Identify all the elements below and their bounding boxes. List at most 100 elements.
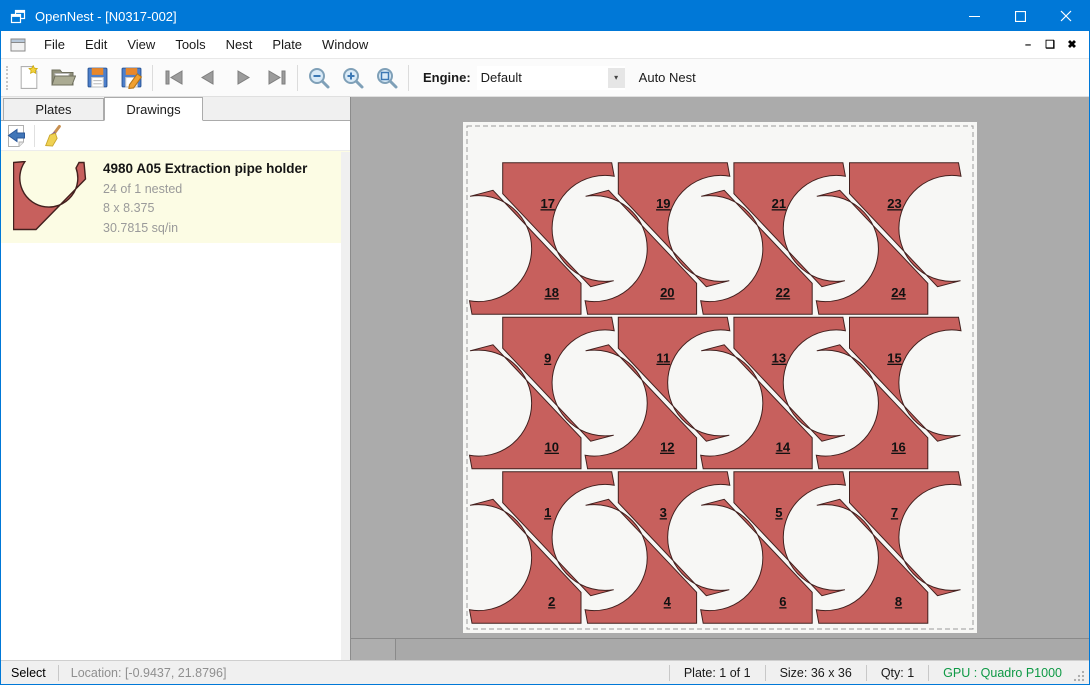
part-number-label: 21 [772, 196, 786, 211]
part-nested-count: 24 of 1 nested [103, 182, 307, 196]
import-drawing-button[interactable] [1, 122, 31, 150]
menu-nest[interactable]: Nest [216, 31, 263, 58]
minimize-icon [969, 11, 980, 22]
status-mode: Select [1, 666, 58, 680]
maximize-icon [1015, 11, 1026, 22]
mdi-close-button[interactable]: ✖ [1061, 35, 1083, 55]
drawings-toolbar [1, 121, 350, 151]
mdi-minimize-button[interactable]: – [1017, 35, 1039, 55]
part-number-label: 19 [656, 196, 670, 211]
tab-drawings[interactable]: Drawings [104, 97, 203, 121]
previous-plate-icon [197, 68, 220, 87]
engine-combobox[interactable]: Default ▾ [477, 66, 625, 90]
menu-bar: File Edit View Tools Nest Plate Window –… [1, 31, 1089, 59]
minimize-button[interactable] [951, 1, 997, 31]
part-dimensions: 8 x 8.375 [103, 201, 307, 215]
engine-label: Engine: [423, 70, 471, 85]
zoom-fit-button[interactable] [370, 62, 404, 94]
mdi-window-controls: – ❏ ✖ [1017, 35, 1083, 55]
clear-icon [42, 124, 64, 148]
close-button[interactable] [1043, 1, 1089, 31]
nest-svg: 171819202122232491011121314151612345678 [351, 97, 1089, 638]
last-plate-button[interactable] [259, 62, 293, 94]
window-title: OpenNest - [N0317-002] [35, 9, 951, 24]
status-plate: Plate: 1 of 1 [670, 666, 765, 680]
next-plate-icon [231, 68, 254, 87]
menu-tools[interactable]: Tools [165, 31, 215, 58]
scrollbar-thumb[interactable] [351, 639, 396, 660]
new-file-icon [18, 65, 40, 90]
app-icon [10, 8, 26, 24]
part-number-label: 1 [544, 505, 551, 520]
save-edit-icon [120, 66, 143, 89]
status-gpu: GPU : Quadro P1000 [929, 666, 1072, 680]
part-number-label: 10 [544, 440, 558, 455]
status-right-group: Plate: 1 of 1 Size: 36 x 36 Qty: 1 GPU :… [669, 661, 1089, 684]
drawing-list-item[interactable]: 4980 A05 Extraction pipe holder 24 of 1 … [1, 151, 350, 243]
mdi-document-icon[interactable] [10, 38, 26, 52]
mdi-restore-button[interactable]: ❏ [1039, 35, 1061, 55]
clear-button[interactable] [38, 122, 68, 150]
part-number-label: 18 [544, 285, 558, 300]
menu-view[interactable]: View [117, 31, 165, 58]
zoom-in-button[interactable] [336, 62, 370, 94]
save-icon [86, 66, 109, 89]
first-plate-button[interactable] [157, 62, 191, 94]
toolbar-separator [152, 65, 153, 91]
part-number-label: 16 [891, 440, 905, 455]
last-plate-icon [265, 68, 288, 87]
part-info: 4980 A05 Extraction pipe holder 24 of 1 … [103, 159, 307, 235]
status-bar: Select Location: [-0.9437, 21.8796] Plat… [1, 660, 1089, 684]
status-size: Size: 36 x 36 [766, 666, 866, 680]
menu-file[interactable]: File [34, 31, 75, 58]
menu-plate[interactable]: Plate [262, 31, 312, 58]
part-thumbnail [13, 161, 87, 231]
menu-window[interactable]: Window [312, 31, 378, 58]
part-number-label: 20 [660, 285, 674, 300]
part-number-label: 2 [548, 594, 555, 609]
part-number-label: 14 [776, 440, 791, 455]
part-title: 4980 A05 Extraction pipe holder [103, 161, 307, 176]
save-as-button[interactable] [114, 62, 148, 94]
sidebar: Plates Drawings [1, 97, 351, 660]
zoom-out-icon [307, 66, 331, 90]
nesting-canvas[interactable]: 171819202122232491011121314151612345678 [351, 97, 1089, 660]
main-area: Plates Drawings [1, 97, 1089, 660]
open-folder-icon [50, 67, 76, 88]
zoom-out-button[interactable] [302, 62, 336, 94]
zoom-in-icon [341, 66, 365, 90]
auto-nest-button[interactable]: Auto Nest [629, 64, 706, 91]
toolbar-separator [34, 125, 35, 147]
part-number-label: 23 [887, 196, 901, 211]
part-number-label: 8 [895, 594, 902, 609]
canvas-horizontal-scrollbar[interactable] [351, 638, 1089, 660]
zoom-fit-icon [375, 66, 399, 90]
status-qty: Qty: 1 [867, 666, 928, 680]
previous-plate-button[interactable] [191, 62, 225, 94]
next-plate-button[interactable] [225, 62, 259, 94]
part-number-label: 13 [772, 351, 786, 366]
part-number-label: 12 [660, 440, 674, 455]
open-button[interactable] [46, 62, 80, 94]
save-button[interactable] [80, 62, 114, 94]
part-area: 30.7815 sq/in [103, 221, 307, 235]
part-number-label: 22 [776, 285, 790, 300]
part-number-label: 4 [664, 594, 672, 609]
new-file-button[interactable] [12, 62, 46, 94]
chevron-down-icon[interactable]: ▾ [608, 68, 625, 88]
resize-grip[interactable] [1072, 669, 1086, 683]
tab-plates[interactable]: Plates [3, 98, 104, 120]
sidebar-scrollbar[interactable] [341, 152, 350, 660]
part-number-label: 15 [887, 351, 901, 366]
status-location: Location: [-0.9437, 21.8796] [59, 666, 239, 680]
main-toolbar: Engine: Default ▾ Auto Nest [1, 59, 1089, 97]
part-number-label: 7 [891, 505, 898, 520]
part-number-label: 17 [540, 196, 554, 211]
part-number-label: 5 [775, 505, 782, 520]
menu-edit[interactable]: Edit [75, 31, 117, 58]
title-bar: OpenNest - [N0317-002] [1, 1, 1089, 31]
engine-value: Default [477, 70, 608, 85]
tab-strip: Plates Drawings [1, 97, 350, 121]
maximize-button[interactable] [997, 1, 1043, 31]
import-drawing-icon [5, 124, 27, 148]
